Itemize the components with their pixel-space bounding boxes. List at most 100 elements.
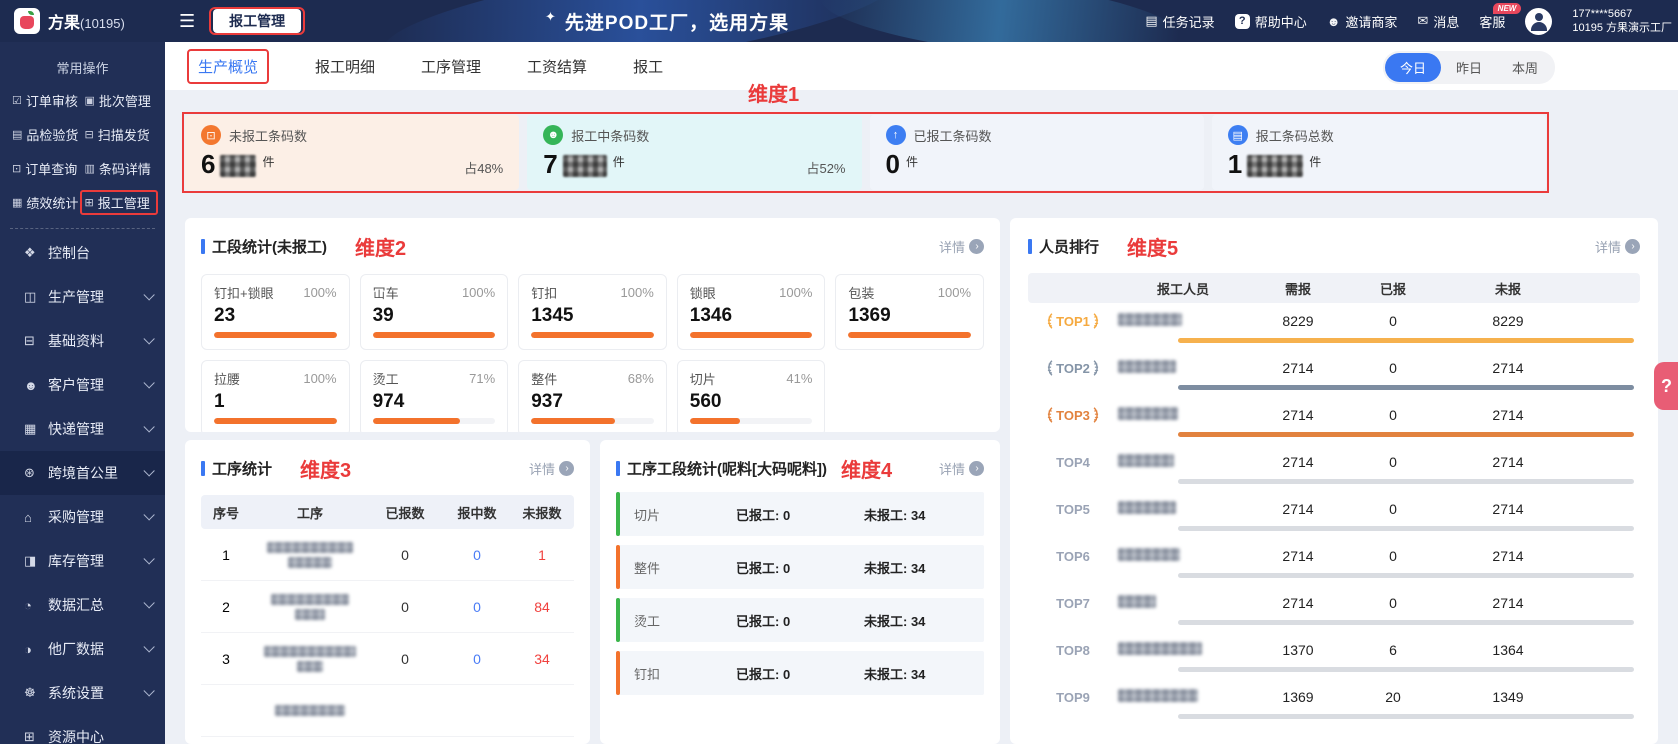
quick-item-order-review[interactable]: ☑ 订单审核 [12,91,85,110]
stage-card[interactable]: 钉扣 100% 1345 [518,274,667,350]
stat-share: 占52% [806,161,846,176]
reporting-count-link[interactable]: 0 [441,651,513,667]
app-logo[interactable]: 方果(10195) [0,8,165,34]
censored-process-name [251,645,369,672]
chevron-down-icon [143,597,155,609]
rank-badge-top1: TOP1 [1028,313,1118,329]
sidebar-item-customers[interactable]: ☻ 客户管理 [0,363,165,407]
sidebar-item-data-summary[interactable]: ◔ 数据汇总 [0,583,165,627]
ranking-progress-bar [1178,338,1634,343]
apple-logo-icon [14,8,40,34]
list-item: 钉扣 已报工: 0 未报工: 34 [616,651,984,695]
process-stats-detail-link[interactable]: 详情 › [529,459,574,478]
topbar-link-invite-merchants[interactable]: ☻ 邀请商家 [1327,12,1398,31]
quick-item-quality-inspection[interactable]: ▤ 品检验货 [12,125,85,144]
stage-card[interactable]: 切片 41% 560 [676,360,826,432]
topbar-link-help-center[interactable]: ? 帮助中心 [1234,12,1307,31]
topbar: 方果(10195) ☰ 报工管理 ✦ 先进POD工厂，选用方果 ▤ 任务记录 ?… [0,0,1678,42]
tab-salary-settlement[interactable]: 工资结算 [527,56,587,77]
stage-card[interactable]: 锁眼 100% 1346 [676,274,826,350]
sidebar-item-cross-border[interactable]: ⊛ 跨境首公里 [0,451,165,495]
stage-stats-detail-link[interactable]: 详情 › [939,237,984,256]
ranking-row: TOP7 2714 0 2714 [1028,585,1640,632]
ranking-row: TOP1 8229 0 8229 [1028,303,1640,350]
tab-report[interactable]: 报工 [633,56,663,77]
topbar-link-task-records[interactable]: ▤ 任务记录 [1145,12,1214,31]
chevron-down-icon [143,685,155,697]
quick-item-performance-stats[interactable]: ▦ 绩效统计 [12,193,85,212]
period-week[interactable]: 本周 [1497,53,1553,82]
progress-bar [848,332,971,338]
hamburger-menu-icon[interactable]: ☰ [179,11,195,32]
stage-stats-section: 工段统计(未报工) 维度2 详情 › 钉扣+锁眼 100% 23 冚车 100% 39 钉… [185,218,1000,432]
period-yesterday[interactable]: 昨日 [1441,53,1497,82]
process-stage-stats-section: 工序工段统计(呢料[大码呢料]) 维度4 详情 › 切片 已报工: 0 未报工: … [600,440,1000,744]
quick-item-batch-management[interactable]: ▣ 批次管理 [85,91,158,110]
sidebar-item-express[interactable]: ▦ 快递管理 [0,407,165,451]
sidebar-item-base-data[interactable]: ⊟ 基础资料 [0,319,165,363]
stat-card-total: ▤ 报工条码总数 1件 [1211,115,1546,190]
personnel-ranking-section: 人员排行 维度5 详情 › 报工人员 需报 已报 未报 TOP1 8229 0 8… [1010,218,1658,744]
laurel-icon [1093,313,1098,329]
stage-card[interactable]: 烫工 71% 974 [359,360,509,432]
rank-badge: TOP4 [1056,454,1090,470]
topbar-link-messages[interactable]: ✉ 消息 [1417,12,1459,31]
stage-card[interactable]: 冚车 100% 39 [359,274,509,350]
reporting-count-link[interactable]: 0 [441,599,513,615]
sidebar-item-system-settings[interactable]: ☸ 系统设置 [0,671,165,715]
user-org: 10195 方果演示工厂 [1572,22,1672,34]
tab-process-management[interactable]: 工序管理 [421,56,481,77]
quick-item-scan-shipping[interactable]: ⊟ 扫描发货 [85,125,158,144]
chevron-down-icon [143,333,155,345]
user-avatar[interactable] [1525,7,1553,35]
barcode-icon: ▥ [84,163,95,175]
sidebar-item-resource-center[interactable]: ⊞ 资源中心 [0,715,165,744]
ranking-progress-bar [1178,620,1634,625]
chevron-down-icon [143,465,155,477]
process-table: 序号 工序 已报数 报中数 未报数 1 0 0 1 2 0 0 84 3 0 0… [201,495,574,737]
sparkle-icon: ✦ [545,9,557,24]
inventory-icon: ◨ [24,553,37,568]
quick-item-report-work[interactable]: ⊞ 报工管理 [79,190,158,215]
quick-item-barcode-details[interactable]: ▥ 条码详情 [85,159,158,178]
ranking-detail-link[interactable]: 详情 › [1595,237,1640,256]
stage-card[interactable]: 拉腰 100% 1 [201,360,350,432]
list-item: 烫工 已报工: 0 未报工: 34 [616,598,984,642]
user-info[interactable]: 177****5667 10195 方果演示工厂 [1572,7,1672,35]
floating-help-button[interactable]: ? [1654,362,1678,410]
sidebar-item-inventory[interactable]: ◨ 库存管理 [0,539,165,583]
tab-report-detail[interactable]: 报工明细 [315,56,375,77]
censored-value [562,155,607,177]
sidebar-item-other-factory-data[interactable]: ◑ 他厂数据 [0,627,165,671]
customers-icon: ☻ [24,377,38,393]
sidebar-item-purchasing[interactable]: ⌂ 采购管理 [0,495,165,539]
laurel-icon [1093,360,1098,376]
express-icon: ▦ [24,421,37,436]
rank-badge-top3: TOP3 [1028,407,1118,423]
stat-card-reported: ↑ 已报工条码数 0件 [869,115,1204,190]
sidebar-item-console[interactable]: ❖ 控制台 [0,231,165,275]
production-icon: ◫ [24,289,37,304]
progress-bar [531,418,615,424]
stage-card[interactable]: 整件 68% 937 [518,360,667,432]
quick-item-order-query[interactable]: ⊡ 订单查询 [12,159,85,178]
process-stats-section: 工序统计 维度3 详情 › 序号 工序 已报数 报中数 未报数 1 0 0 1 2 [185,440,590,744]
table-row: 3 0 0 34 [201,633,574,685]
message-icon: ✉ [1417,13,1429,28]
rank-badge: TOP5 [1056,501,1090,517]
gear-icon: ☸ [24,685,36,700]
color-bar [616,545,620,589]
color-bar [616,492,620,536]
process-stage-detail-link[interactable]: 详情 › [939,459,984,478]
module-tab-report-work[interactable]: 报工管理 [213,9,302,33]
customer-service-button[interactable]: 客服 NEW [1479,2,1522,31]
ranking-progress-bar [1178,526,1634,531]
tab-production-overview[interactable]: 生产概览 [187,48,270,84]
reporting-count-link[interactable]: 0 [441,547,513,563]
sidebar-item-production[interactable]: ◫ 生产管理 [0,275,165,319]
stage-card[interactable]: 钉扣+锁眼 100% 23 [201,274,350,350]
ranking-title: 人员排行 [1039,239,1100,256]
stage-card[interactable]: 包装 100% 1369 [835,274,984,350]
process-table-header: 序号 工序 已报数 报中数 未报数 [201,495,574,529]
period-today[interactable]: 今日 [1384,53,1441,82]
